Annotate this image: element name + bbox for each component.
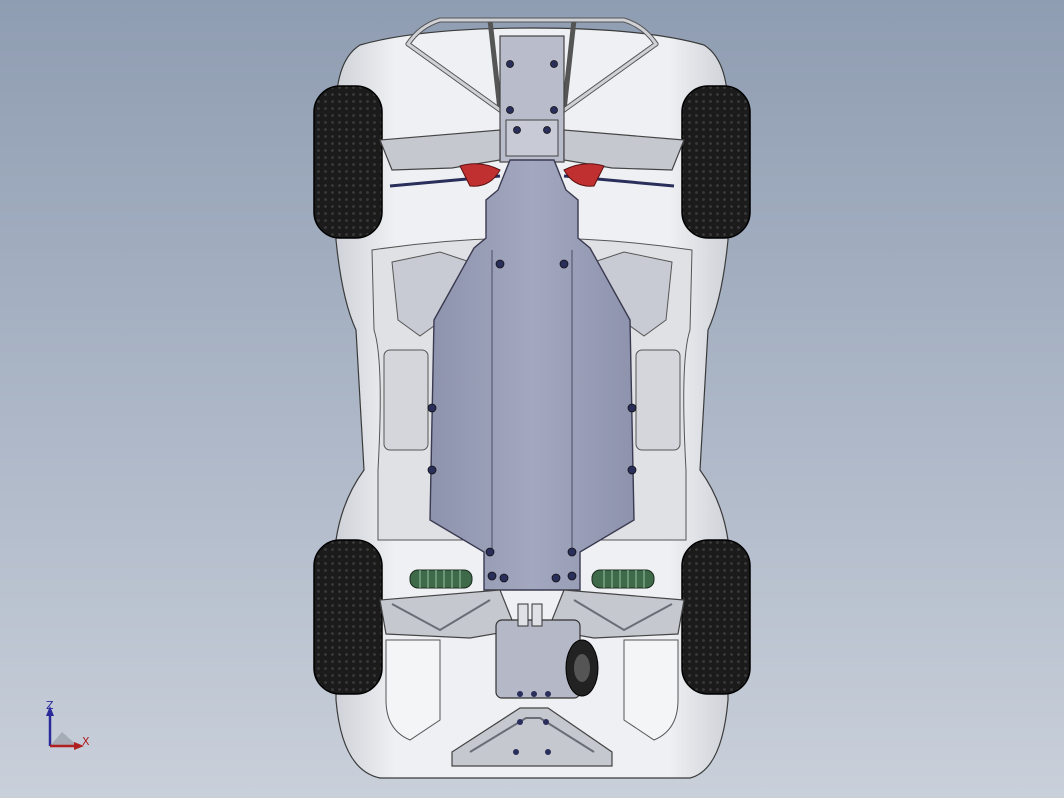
rear-left-tire — [313, 539, 383, 695]
rear-right-cutout — [623, 639, 679, 741]
right-side-panel — [635, 349, 681, 451]
rc-car-model[interactable] — [0, 0, 1064, 798]
rear-gearbox-slot-right — [531, 603, 543, 627]
front-right-tire — [681, 85, 751, 239]
left-side-panel — [383, 349, 429, 451]
triad-plane-shading — [50, 732, 78, 746]
rear-gearbox-slot-left — [517, 603, 529, 627]
rear-left-cutout — [385, 639, 441, 741]
rear-left-shock — [409, 569, 473, 589]
graphics-viewport[interactable]: Z X — [0, 0, 1064, 798]
coordinate-triad: Z X — [40, 696, 100, 756]
rear-right-shock — [591, 569, 655, 589]
front-left-tire — [313, 85, 383, 239]
triad-z-label: Z — [46, 699, 54, 712]
rear-right-tire — [681, 539, 751, 695]
triad-x-label: X — [82, 735, 90, 748]
front-bulkhead-block — [505, 119, 559, 157]
